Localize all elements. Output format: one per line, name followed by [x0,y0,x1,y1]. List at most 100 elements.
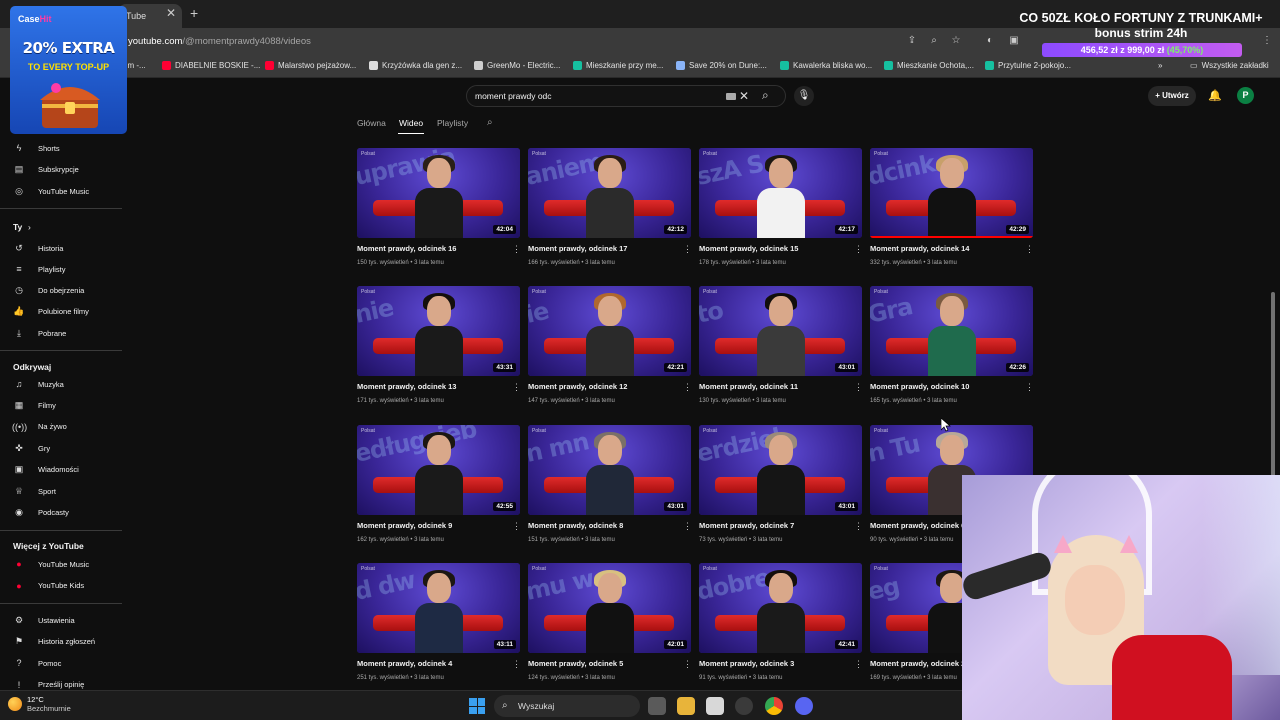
video-thumbnail[interactable]: aniem Polsat 42:12 [528,148,691,238]
sidebar-item[interactable]: ● YouTube Music [12,556,89,572]
sidebar-item[interactable]: ▤ Subskrypcje [12,162,79,178]
video-card[interactable]: nie Polsat 43:31 Moment prawdy, odcinek 13 1… [357,286,521,408]
video-title[interactable]: Moment prawdy, odcinek 14 [870,244,969,253]
file-explorer-icon[interactable] [677,697,695,715]
video-title[interactable]: Moment prawdy, odcinek 11 [699,382,798,391]
video-card[interactable]: uprawia Polsat 42:04 Moment prawdy, odcinek… [357,148,521,270]
video-title[interactable]: Moment prawdy, odcinek 7 [699,521,794,530]
sidebar-item[interactable]: ◉ Podcasty [12,504,69,520]
sidebar-item[interactable]: ≡ Playlisty [12,261,65,277]
microphone-icon[interactable]: 🎙 [794,86,814,106]
store-icon[interactable] [706,697,724,715]
video-card[interactable]: ie Polsat 42:21 Moment prawdy, odcinek 12 14… [528,286,692,408]
sidebar-item[interactable]: ⚑ Historia zgłoszeń [12,634,95,650]
video-thumbnail[interactable]: d dw Polsat 43:11 [357,563,520,653]
video-title[interactable]: Moment prawdy, odcinek 10 [870,382,969,391]
video-thumbnail[interactable]: mu w Polsat 42:01 [528,563,691,653]
more-options-icon[interactable]: ⋮ [1025,244,1034,255]
video-title[interactable]: Moment prawdy, odcinek 5 [528,659,623,668]
video-thumbnail[interactable]: szA S Polsat 42:17 [699,148,862,238]
discord-icon[interactable] [795,697,813,715]
video-thumbnail[interactable]: nie Polsat 43:31 [357,286,520,376]
more-options-icon[interactable]: ⋮ [854,244,863,255]
video-title[interactable]: Moment prawdy, odcinek 13 [357,382,456,391]
sidebar-item[interactable]: ♫ Muzyka [12,376,64,392]
video-card[interactable]: aniem Polsat 42:12 Moment prawdy, odcinek 1… [528,148,692,270]
video-thumbnail[interactable]: n mn Polsat 43:01 [528,425,691,515]
task-view-icon[interactable] [648,697,666,715]
install-app-icon[interactable]: ⇪ [906,35,918,47]
bookmark-item[interactable]: DIABELNIE BOSKIE -... [162,61,260,70]
video-card[interactable]: szA S Polsat 42:17 Moment prawdy, odcinek 1… [699,148,863,270]
sidebar-section-title[interactable]: Odkrywaj [13,362,51,372]
bookmark-item[interactable]: Mieszkanie przy me... [573,61,663,70]
video-thumbnail[interactable]: edługcieb Polsat 42:55 [357,425,520,515]
sidebar-item[interactable]: ϟ Shorts [12,140,60,156]
video-title[interactable]: Moment prawdy, odcinek 16 [357,244,456,253]
more-options-icon[interactable]: ⋮ [854,521,863,532]
sidebar-section-title[interactable]: Więcej z YouTube [13,541,84,551]
app-icon[interactable] [735,697,753,715]
tab-home[interactable]: Główna [357,118,386,128]
more-options-icon[interactable]: ⋮ [512,521,521,532]
video-card[interactable]: mu w Polsat 42:01 Moment prawdy, odcinek 51… [528,563,692,685]
video-title[interactable]: Moment prawdy, odcinek 9 [357,521,452,530]
sidebar-item[interactable]: 👍 Polubione filmy [12,304,88,320]
sidebar-item[interactable]: ✜ Gry [12,440,50,456]
bookmark-item[interactable]: Przytulne 2-pokojo... [985,61,1071,70]
channel-search-icon[interactable]: ⌕ [487,117,493,128]
windows-start-icon[interactable] [469,698,485,714]
video-card[interactable]: n mn Polsat 43:01 Moment prawdy, odcinek 81… [528,425,692,547]
create-button[interactable]: + Utwórz [1148,86,1196,106]
more-options-icon[interactable]: ⋮ [512,659,521,670]
sidebar-item[interactable]: ? Pomoc [12,655,61,671]
more-options-icon[interactable]: ⋮ [854,659,863,670]
video-thumbnail[interactable]: dobre Polsat 42:41 [699,563,862,653]
video-thumbnail[interactable]: ie Polsat 42:21 [528,286,691,376]
all-bookmarks[interactable]: ▭ Wszystkie zakładki [1190,61,1269,70]
tab-videos[interactable]: Wideo [399,118,423,128]
chrome-icon[interactable] [765,697,783,715]
url-field[interactable]: youtube.com/@momentprawdy4088/videos [128,36,311,47]
video-card[interactable]: erdziel Polsat 43:01 Moment prawdy, odcinek… [699,425,863,547]
more-options-icon[interactable]: ⋮ [683,659,692,670]
video-card[interactable]: to Polsat 43:01 Moment prawdy, odcinek 11 13… [699,286,863,408]
video-title[interactable]: Moment prawdy, odcinek 17 [528,244,627,253]
sidebar-item[interactable]: ⤓ Pobrane [12,325,66,341]
more-options-icon[interactable]: ⋮ [683,521,692,532]
more-options-icon[interactable]: ⋮ [1025,382,1034,393]
video-card[interactable]: dcink Polsat 42:29 Moment prawdy, odcinek 1… [870,148,1034,270]
more-options-icon[interactable]: ⋮ [683,244,692,255]
more-options-icon[interactable]: ⋮ [683,382,692,393]
search-box[interactable]: moment prawdy odc ✕ ⌕ [466,85,786,107]
bookmark-item[interactable]: Mieszkanie Ochota,... [884,61,974,70]
sidebar-item[interactable]: ↺ Historia [12,240,63,256]
video-thumbnail[interactable]: Gra Polsat 42:26 [870,286,1033,376]
sidebar-item[interactable]: ◷ Do obejrzenia [12,283,84,299]
more-options-icon[interactable]: ⋮ [854,382,863,393]
bookmarks-overflow-icon[interactable]: » [1158,61,1162,70]
video-card[interactable]: dobre Polsat 42:41 Moment prawdy, odcinek 3… [699,563,863,685]
bell-icon[interactable]: 🔔 [1208,89,1222,102]
zoom-icon[interactable]: ⌕ [928,35,940,47]
avatar[interactable]: P [1237,87,1254,104]
sidebar-item[interactable]: ⚙ Ustawienia [12,612,75,628]
sidebar-item[interactable]: ▦ Filmy [12,397,56,413]
search-input[interactable]: moment prawdy odc [475,91,552,101]
video-title[interactable]: Moment prawdy, odcinek 4 [357,659,452,668]
bookmark-item[interactable]: Kawalerka bliska wo... [780,61,872,70]
video-title[interactable]: Moment prawdy, odcinek 6 [870,521,965,530]
tab-playlists[interactable]: Playlisty [437,118,468,128]
video-card[interactable]: Gra Polsat 42:26 Moment prawdy, odcinek 10 1… [870,286,1034,408]
video-title[interactable]: Moment prawdy, odcinek 2 [870,659,965,668]
sidebar-item[interactable]: ♕ Sport [12,483,56,499]
taskbar-search[interactable]: ⌕ Wyszukaj [494,695,640,717]
video-title[interactable]: Moment prawdy, odcinek 15 [699,244,798,253]
sidebar-item[interactable]: ▣ Wiadomości [12,462,79,478]
bookmark-item[interactable]: Krzyżówka dla gen z... [369,61,462,70]
video-title[interactable]: Moment prawdy, odcinek 3 [699,659,794,668]
weather-widget[interactable]: 12°C Bezchmurnie [8,695,71,713]
bookmark-item[interactable]: GreenMo - Electric... [474,61,560,70]
bookmark-item[interactable]: Save 20% on Dune:... [676,61,767,70]
video-title[interactable]: Moment prawdy, odcinek 12 [528,382,627,391]
